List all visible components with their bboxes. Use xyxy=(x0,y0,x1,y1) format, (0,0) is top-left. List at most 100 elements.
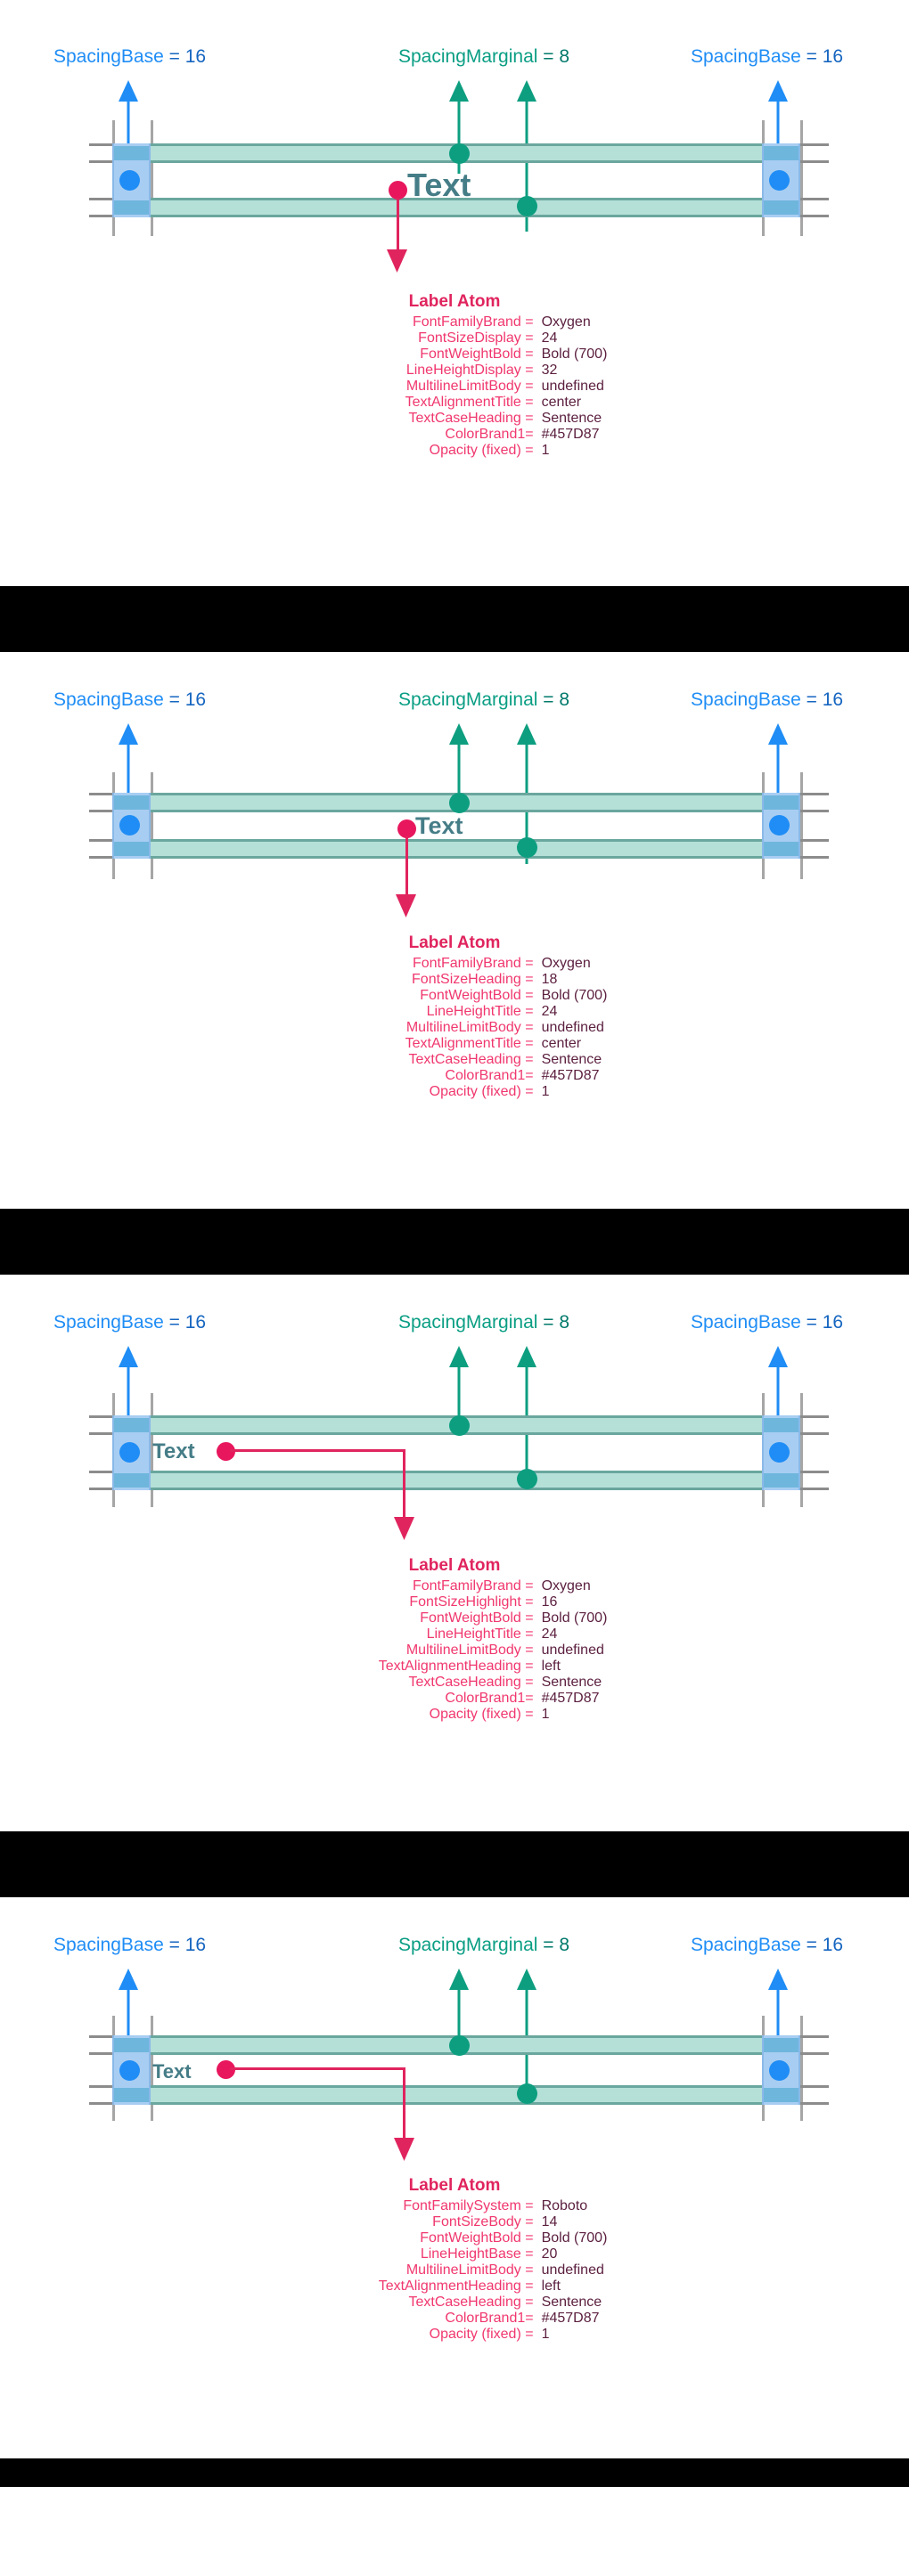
spacing-intersection xyxy=(764,1418,798,1432)
anchor-dot-teal-top xyxy=(449,1415,470,1436)
header-key: SpacingBase xyxy=(53,689,164,710)
spec-row: FontFamilyBrand = Oxygen xyxy=(302,1578,608,1594)
anchor-dot-teal-top xyxy=(449,793,470,813)
spec-value: #457D87 xyxy=(541,2311,600,2326)
spec-eq: = xyxy=(525,363,534,378)
spacing-intersection xyxy=(114,1418,149,1432)
label-spec-block: Label Atom FontFamilyBrand = Oxygen FontS… xyxy=(0,931,909,1100)
spec-key: FontSizeBody xyxy=(432,2214,521,2230)
spacing-bar-bottom xyxy=(112,2085,800,2105)
ruler-line-vertical xyxy=(151,120,153,236)
spec-row: ColorBrand1= #457D87 xyxy=(302,1068,608,1084)
spacing-intersection xyxy=(114,200,149,215)
header-eq: = xyxy=(806,46,817,67)
spec-row: TextCaseHeading = Sentence xyxy=(302,1052,608,1068)
spec-value: 24 xyxy=(541,330,558,346)
spec-value: Bold (700) xyxy=(541,2230,608,2246)
spec-key: FontFamilyBrand xyxy=(412,1578,521,1594)
label-connector-arrow-down xyxy=(396,894,416,917)
anchor-dot-blue-left xyxy=(119,815,140,836)
label-block-title: Label Atom xyxy=(408,933,501,952)
spec-key: LineHeightDisplay xyxy=(405,363,521,378)
header-key: SpacingBase xyxy=(691,1312,801,1333)
panel-separator xyxy=(0,1831,909,1897)
header-eq: = xyxy=(543,46,554,67)
spec-key: TextAlignmentHeading xyxy=(378,2278,521,2294)
spec-key: TextCaseHeading xyxy=(408,1052,521,1067)
header-label-spacing-base-right: SpacingBase = 16 xyxy=(691,46,843,68)
spec-key: MultilineLimitBody xyxy=(405,2262,521,2278)
spec-key: Opacity (fixed) xyxy=(429,2327,521,2342)
spec-row: FontSizeBody = 14 xyxy=(302,2214,608,2230)
spec-row: LineHeightBase = 20 xyxy=(302,2246,608,2262)
panel-separator-bottom xyxy=(0,2458,909,2487)
spec-eq: = xyxy=(525,1594,534,1610)
spec-value: center xyxy=(541,1036,582,1051)
spec-value: center xyxy=(541,395,582,410)
ruler-line-vertical xyxy=(800,120,803,236)
anchor-dot-blue-right xyxy=(769,170,790,191)
spec-eq: = xyxy=(525,1707,534,1722)
spec-value: Sentence xyxy=(541,2295,602,2310)
spec-eq: = xyxy=(525,1610,534,1626)
spec-value: Sentence xyxy=(541,411,602,426)
spec-row: FontSizeHighlight = 16 xyxy=(302,1594,608,1610)
header-value: 16 xyxy=(822,1935,844,1955)
anchor-dot-blue-left xyxy=(119,2060,140,2081)
spec-eq: = xyxy=(525,1626,534,1642)
spec-value: #457D87 xyxy=(541,1068,600,1083)
spec-row: MultilineLimitBody = undefined xyxy=(302,1643,608,1659)
header-key: SpacingBase xyxy=(691,689,801,710)
spec-row: Opacity (fixed) = 1 xyxy=(302,443,608,459)
spec-value: Sentence xyxy=(541,1052,602,1067)
spec-key: MultilineLimitBody xyxy=(405,1020,521,1035)
spec-eq: = xyxy=(525,1036,534,1051)
spec-row: TextCaseHeading = Sentence xyxy=(302,411,608,427)
spec-row: ColorBrand1= #457D87 xyxy=(302,2311,608,2327)
spec-value: Bold (700) xyxy=(541,988,608,1003)
header-key: SpacingMarginal xyxy=(398,46,538,67)
spec-eq: = xyxy=(525,2278,534,2294)
spec-eq: = xyxy=(525,411,534,426)
spec-eq: = xyxy=(525,443,534,458)
spacing-intersection xyxy=(114,146,149,160)
spec-row: LineHeightDisplay = 32 xyxy=(302,363,608,379)
spec-row: TextAlignmentTitle = center xyxy=(302,1036,608,1052)
spec-row: FontFamilyBrand = Oxygen xyxy=(302,314,608,330)
spec-key: FontFamilyBrand xyxy=(412,314,521,330)
spacing-intersection xyxy=(764,842,798,856)
spec-key: MultilineLimitBody xyxy=(405,1643,521,1658)
ruler-line-vertical xyxy=(151,772,153,879)
header-value: 8 xyxy=(559,1312,570,1333)
spacing-intersection xyxy=(114,1473,149,1488)
spec-value: 1 xyxy=(541,1707,550,1722)
label-connector-line-horizontal xyxy=(230,1449,405,1452)
spec-value: 14 xyxy=(541,2214,558,2230)
spec-eq: = xyxy=(525,1052,534,1067)
anchor-dot-teal-top xyxy=(449,143,470,164)
label-connector-line-horizontal xyxy=(230,2067,405,2070)
header-label-spacing-base-left: SpacingBase = 16 xyxy=(53,46,206,68)
header-value: 16 xyxy=(184,689,207,710)
header-key: SpacingMarginal xyxy=(398,1935,538,1955)
spec-eq: = xyxy=(525,2311,534,2326)
spacing-intersection xyxy=(764,1473,798,1488)
spec-eq: = xyxy=(525,346,534,362)
spec-value: Oxygen xyxy=(541,1578,591,1594)
spec-eq: = xyxy=(525,988,534,1003)
spec-value: 1 xyxy=(541,443,550,458)
header-eq: = xyxy=(543,1935,554,1955)
spec-value: undefined xyxy=(541,1643,604,1658)
label-block-title: Label Atom xyxy=(408,2176,501,2195)
header-value: 16 xyxy=(822,1312,844,1333)
spec-key: Opacity (fixed) xyxy=(429,443,521,458)
header-eq: = xyxy=(168,46,180,67)
spec-row: TextAlignmentHeading = left xyxy=(302,2278,608,2295)
header-label-spacing-base-left: SpacingBase = 16 xyxy=(53,689,206,711)
anchor-dot-teal-bottom xyxy=(517,1469,537,1489)
spacing-bar-bottom xyxy=(112,1471,800,1490)
header-value: 16 xyxy=(822,46,844,67)
label-connector-line-vertical xyxy=(403,1449,405,1522)
spec-eq: = xyxy=(525,395,534,410)
spec-panel-display: SpacingBase = 16 SpacingMarginal = 8 Spa… xyxy=(0,0,909,586)
